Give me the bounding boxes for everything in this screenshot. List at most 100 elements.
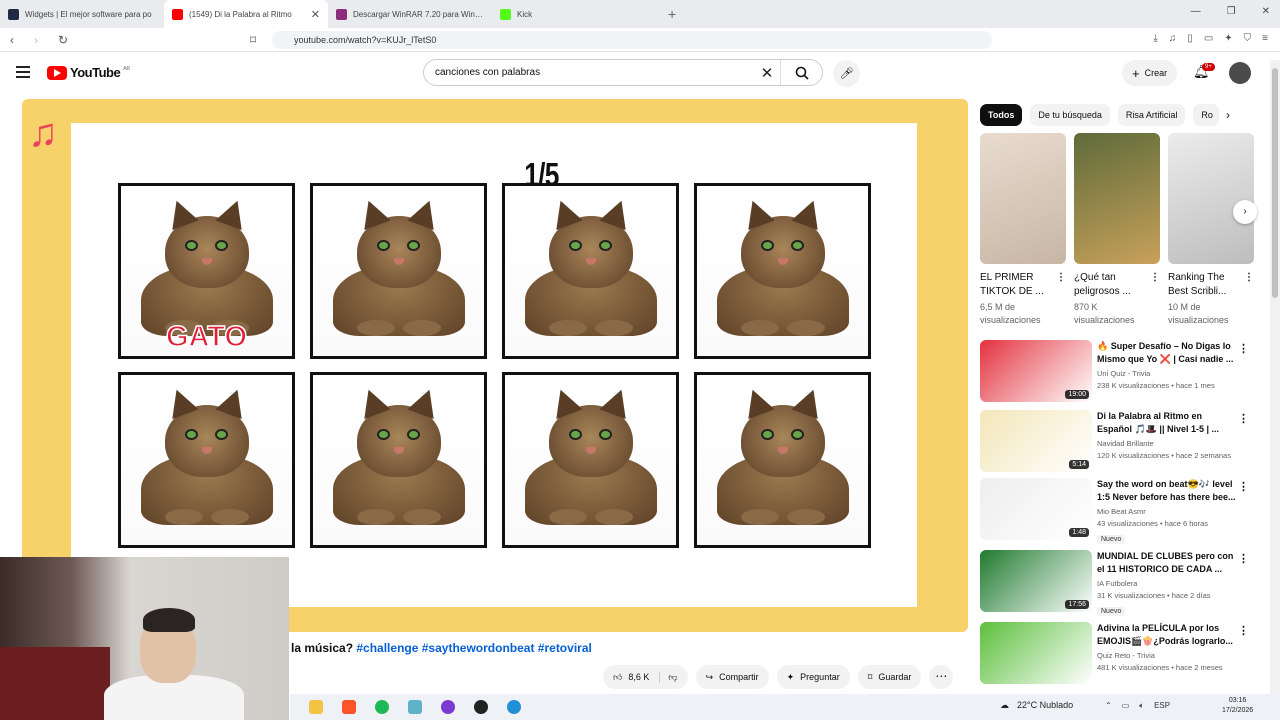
youtube-logo[interactable]: YouTube AR — [47, 65, 130, 80]
recommended-video[interactable]: 1:48 Say the word on beat😎🎶 level 1:5 Nev… — [980, 478, 1270, 544]
brave-icon[interactable] — [342, 700, 356, 714]
video-player[interactable]: ♫ ♪ 🎤︎ 1/5 GATO — [22, 99, 968, 632]
music-icon[interactable]: ♫ — [1169, 33, 1177, 44]
hashtag-link[interactable]: #retoviral — [538, 641, 592, 655]
voice-search-button[interactable]: 🎤︎ — [833, 60, 860, 87]
url-field[interactable]: youtube.com/watch?v=KUJr_lTetS0 — [272, 31, 992, 49]
search-button[interactable] — [780, 60, 822, 85]
recommended-video[interactable]: 19:00 🔥 Super Desafío – No Digas lo Mismo… — [980, 340, 1270, 404]
video-thumbnail[interactable]: 19:00 — [980, 340, 1092, 402]
like-button[interactable]: 👍︎ 8,6 K 👎︎ — [603, 665, 688, 689]
save-label: Guardar — [878, 672, 912, 682]
clear-search-icon[interactable]: ✕ — [754, 64, 780, 82]
hashtag-link[interactable]: #challenge — [356, 641, 418, 655]
ask-button[interactable]: ✦ Preguntar — [776, 665, 850, 689]
forward-icon[interactable]: › — [34, 33, 48, 47]
create-button[interactable]: + Crear — [1122, 60, 1178, 86]
short-thumbnail[interactable] — [980, 133, 1066, 264]
chevron-right-icon[interactable]: › — [1226, 108, 1230, 122]
short-thumbnail[interactable] — [1168, 133, 1254, 264]
hamburger-menu-icon[interactable] — [16, 66, 30, 78]
recommended-video[interactable]: 17:56 MUNDIAL DE CLUBES pero con el 11 HI… — [980, 550, 1270, 616]
save-button[interactable]: ⌑ Guardar — [857, 665, 922, 689]
video-thumbnail[interactable] — [980, 622, 1092, 684]
close-tab-icon[interactable]: ✕ — [311, 8, 320, 21]
video-thumbnail[interactable]: 5:14 — [980, 410, 1092, 472]
weather-widget[interactable]: ☁ 22°C Nublado — [1000, 700, 1073, 711]
obs-icon[interactable] — [474, 700, 488, 714]
video-title[interactable]: Adivina la PELÍCULA por los EMOJIS🎬🍿¿Pod… — [1097, 622, 1237, 648]
short-card[interactable]: ¿Qué tan peligrosos ... ⋮ 870 K visualizac… — [1074, 133, 1160, 327]
more-options-icon[interactable]: ⋮ — [1238, 342, 1249, 355]
chip-todos[interactable]: Todos — [980, 104, 1023, 126]
browser-tab-kick[interactable]: Kick — [492, 0, 656, 28]
search-input[interactable]: canciones con palabras — [424, 67, 754, 78]
language-indicator[interactable]: ESP — [1154, 701, 1170, 711]
channel-name[interactable]: Navidad Brillante — [1097, 439, 1237, 448]
more-options-icon[interactable]: ⋮ — [1238, 552, 1249, 565]
short-title: ¿Qué tan peligrosos ... — [1074, 272, 1131, 297]
copilot-icon[interactable]: ✦ — [1224, 33, 1232, 44]
short-thumbnail[interactable] — [1074, 133, 1160, 264]
page-scrollbar[interactable] — [1270, 60, 1280, 696]
channel-name[interactable]: Mio Beat Asmr — [1097, 507, 1237, 516]
new-tab-button[interactable]: + — [668, 6, 676, 22]
chip-partial[interactable]: Ro — [1193, 104, 1220, 126]
shield-icon[interactable]: ⛉ — [1244, 33, 1252, 44]
back-icon[interactable]: ‹ — [10, 33, 24, 47]
notepad-icon[interactable] — [408, 700, 422, 714]
more-actions-icon[interactable]: ⋯ — [929, 665, 954, 689]
reload-icon[interactable]: ↻ — [58, 33, 72, 47]
video-title[interactable]: Di la Palabra al Ritmo en Español 🎵🎩 || … — [1097, 410, 1237, 436]
browser-tab-widgets[interactable]: Widgets | El mejor software para po — [0, 0, 164, 28]
cat-card — [310, 372, 487, 548]
thumbs-down-icon[interactable]: 👎︎ — [659, 671, 678, 683]
app-icon[interactable] — [441, 700, 455, 714]
share-button[interactable]: ↪ Compartir — [695, 665, 769, 689]
video-title[interactable]: MUNDIAL DE CLUBES pero con el 11 HISTORI… — [1097, 550, 1237, 576]
webcam-overlay — [0, 557, 289, 720]
volume-icon[interactable]: 🔈︎ — [1139, 701, 1144, 711]
file-explorer-icon[interactable] — [309, 700, 323, 714]
wallet-icon[interactable]: ▭ — [1204, 33, 1213, 44]
clock-date: 17/2/2026 — [1222, 707, 1254, 714]
menu-icon[interactable]: ≡ — [1262, 33, 1268, 44]
spotify-icon[interactable] — [375, 700, 389, 714]
video-title[interactable]: 🔥 Super Desafío – No Digas lo Mismo que … — [1097, 340, 1237, 366]
scrollbar-thumb[interactable] — [1272, 68, 1278, 298]
os-taskbar: ☁ 22°C Nublado ⌃ ▭ 🔈︎ ESP 03:16 17/2/202… — [290, 694, 1280, 720]
close-window-icon[interactable]: ✕ — [1262, 6, 1270, 17]
channel-name[interactable]: Uni Quiz - Trivia — [1097, 369, 1237, 378]
recommended-video[interactable]: 5:14 Di la Palabra al Ritmo en Español 🎵🎩… — [980, 410, 1270, 474]
more-options-icon[interactable]: ⋮ — [1244, 271, 1254, 285]
sidebar-icon[interactable]: ▯ — [1187, 33, 1193, 44]
chip-de-tu-busqueda[interactable]: De tu búsqueda — [1030, 104, 1110, 126]
more-options-icon[interactable]: ⋮ — [1238, 624, 1249, 637]
minimize-icon[interactable]: — — [1191, 6, 1201, 17]
downloads-icon[interactable]: ⤓ — [1153, 33, 1157, 44]
chevron-up-icon[interactable]: ⌃ — [1105, 701, 1112, 711]
more-options-icon[interactable]: ⋮ — [1238, 480, 1249, 493]
maximize-icon[interactable]: ❐ — [1227, 6, 1236, 17]
recommended-video[interactable]: Adivina la PELÍCULA por los EMOJIS🎬🍿¿Pod… — [980, 622, 1270, 686]
avatar[interactable] — [1229, 62, 1251, 84]
bookmark-icon[interactable]: ⌑ — [250, 33, 264, 47]
short-card[interactable]: Ranking The Best Scribli... ⋮ 10 M de visu… — [1168, 133, 1254, 327]
browser-tab-winrar[interactable]: Descargar WinRAR 7.20 para Window — [328, 0, 492, 28]
more-options-icon[interactable]: ⋮ — [1238, 412, 1249, 425]
video-thumbnail[interactable]: 1:48 — [980, 478, 1092, 540]
browser-tab-youtube[interactable]: (1549) Di la Palabra al Ritmo ✕ — [164, 0, 328, 28]
short-card[interactable]: EL PRIMER TIKTOK DE ... ⋮ 6,5 M de visuali… — [980, 133, 1066, 327]
video-title[interactable]: Say the word on beat😎🎶 level 1:5 Never b… — [1097, 478, 1237, 504]
more-options-icon[interactable]: ⋮ — [1056, 271, 1066, 285]
hashtag-link[interactable]: #saythewordonbeat — [422, 641, 535, 655]
channel-name[interactable]: Quiz Reto - Trivia — [1097, 651, 1237, 660]
more-options-icon[interactable]: ⋮ — [1150, 271, 1160, 285]
edge-icon[interactable] — [507, 700, 521, 714]
taskbar-clock[interactable]: 03:16 17/2/2026 — [1222, 696, 1253, 716]
battery-icon[interactable]: ▭ — [1122, 701, 1130, 711]
shorts-next-button[interactable]: › — [1233, 200, 1257, 224]
channel-name[interactable]: IA Futbolera — [1097, 579, 1237, 588]
video-thumbnail[interactable]: 17:56 — [980, 550, 1092, 612]
chip-risa-artificial[interactable]: Risa Artificial — [1117, 104, 1186, 126]
